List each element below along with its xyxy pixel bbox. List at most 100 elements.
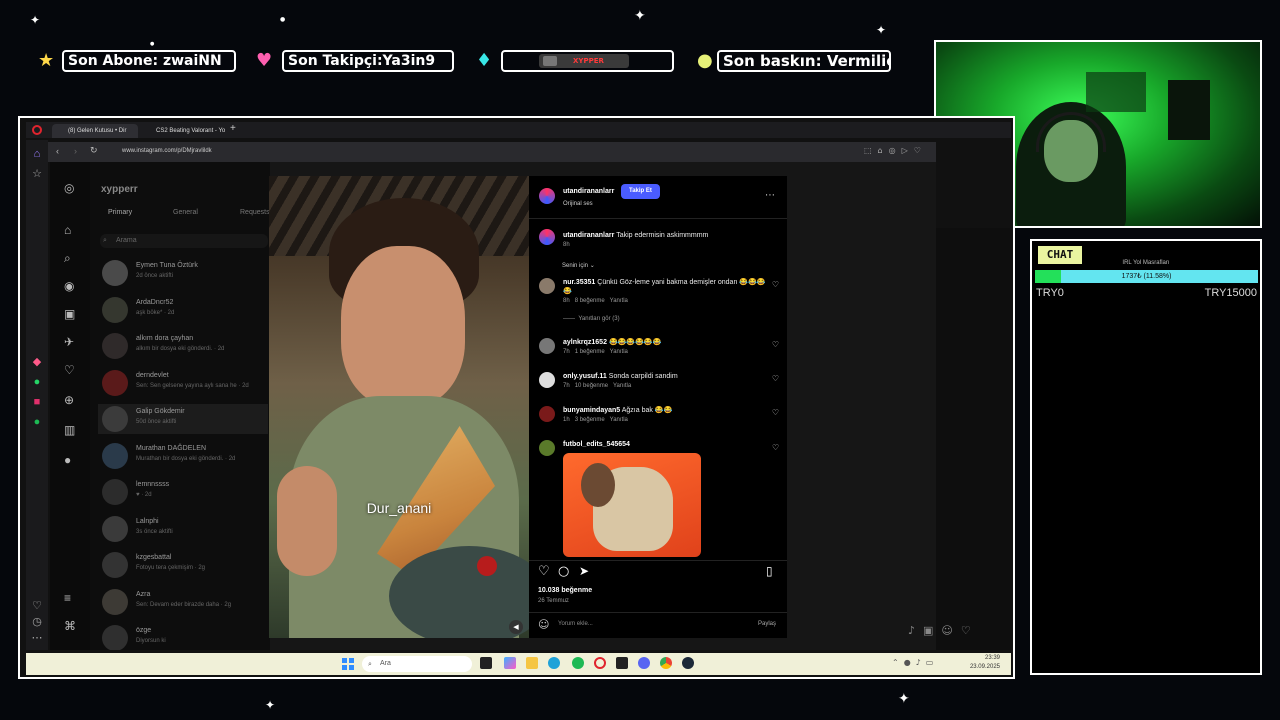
dm-conversation[interactable]: Galip Gökdemir 50d önce aktifti bbox=[98, 404, 268, 434]
comment-avatar[interactable] bbox=[539, 278, 555, 294]
bookmark-icon[interactable]: ☆ bbox=[31, 168, 43, 180]
search-icon[interactable]: ⌕ bbox=[64, 252, 71, 264]
post-media[interactable]: Dur_anani ◀ bbox=[269, 176, 529, 638]
heart-icon[interactable]: ♡ bbox=[31, 600, 43, 612]
forward-icon[interactable]: › bbox=[74, 146, 77, 156]
edge-icon[interactable] bbox=[548, 657, 560, 669]
dm-conversation[interactable]: Eymen Tuna Öztürk 2d önce aktifti bbox=[98, 258, 268, 288]
discord-icon[interactable] bbox=[638, 657, 650, 669]
dm-conversation[interactable]: ArdaDncr52 aşk böke* · 2d bbox=[98, 295, 268, 325]
chrome-icon[interactable] bbox=[660, 657, 672, 669]
comment-like-icon[interactable]: ♡ bbox=[772, 340, 779, 349]
dm-username[interactable]: xypperr bbox=[101, 184, 138, 195]
reply-button[interactable]: Yanıtla bbox=[610, 349, 628, 355]
post-audio[interactable]: Orijinal ses bbox=[563, 201, 593, 207]
home-icon[interactable]: ⌂ bbox=[64, 224, 71, 236]
more-icon[interactable]: ⋯ bbox=[31, 632, 43, 644]
comment-avatar[interactable] bbox=[539, 372, 555, 388]
whatsapp-icon[interactable]: ● bbox=[31, 376, 43, 388]
comment-avatar[interactable] bbox=[539, 338, 555, 354]
view-replies-button[interactable]: —— Yanıtları gör (3) bbox=[563, 316, 620, 322]
comment-likes[interactable]: 8 beğenme bbox=[575, 298, 605, 304]
clock-time[interactable]: 23:39 bbox=[960, 655, 1000, 661]
tab-general[interactable]: General bbox=[173, 209, 198, 216]
like-count[interactable]: 10.038 beğenme bbox=[538, 587, 592, 594]
composer-icons[interactable]: ♪▣☺♡ bbox=[908, 624, 979, 637]
aria-icon[interactable]: ◆ bbox=[31, 356, 43, 368]
spotify-icon[interactable] bbox=[572, 657, 584, 669]
comment-likes[interactable]: 3 beğenme bbox=[575, 417, 605, 423]
taskbar-search[interactable]: ⌕ Ara bbox=[362, 656, 472, 672]
comment-like-icon[interactable]: ♡ bbox=[772, 374, 779, 383]
gif-comment[interactable] bbox=[563, 453, 701, 557]
start-icon[interactable] bbox=[342, 658, 354, 670]
reply-button[interactable]: Yanıtla bbox=[613, 383, 631, 389]
comment-input[interactable]: Yorum ekle... bbox=[558, 621, 593, 627]
comment-user[interactable]: nur.35351 bbox=[563, 279, 595, 286]
follow-button[interactable]: Takip Et bbox=[621, 184, 660, 199]
comment-likes[interactable]: 10 beğenme bbox=[575, 383, 608, 389]
dm-conversation[interactable]: derndevlet Sen: Sen gelsene yayına aylı s… bbox=[98, 368, 268, 398]
comment-user[interactable]: bunyamindayan5 bbox=[563, 407, 620, 414]
threads-icon[interactable]: ⌘ bbox=[64, 620, 76, 632]
new-tab-button[interactable]: + bbox=[230, 123, 236, 134]
home-icon[interactable]: ⌂ bbox=[31, 148, 43, 160]
comment-avatar[interactable] bbox=[539, 440, 555, 456]
copilot-icon[interactable] bbox=[504, 657, 516, 669]
tab-primary[interactable]: Primary bbox=[108, 209, 132, 216]
post-comment-button[interactable]: Paylaş bbox=[758, 621, 776, 627]
dm-conversation[interactable]: kzgesbattal Fotoyu tera çekmişim · 2g bbox=[98, 550, 268, 580]
dm-conversation[interactable]: alkım dora çayhan alkım bir dosya eki gön… bbox=[98, 331, 268, 361]
comment-user[interactable]: aylnkrqz1652 bbox=[563, 339, 607, 346]
comment-like-icon[interactable]: ♡ bbox=[772, 408, 779, 417]
explore-icon[interactable]: ◉ bbox=[64, 280, 74, 292]
reply-button[interactable]: Yanıtla bbox=[610, 298, 628, 304]
reels-icon[interactable]: ▣ bbox=[64, 308, 75, 320]
dm-conversation[interactable]: lemnnssss ♥ · 2d bbox=[98, 477, 268, 507]
task-view-icon[interactable] bbox=[480, 657, 492, 669]
comment-avatar[interactable] bbox=[539, 406, 555, 422]
comment-user[interactable]: futbol_edits_545654 bbox=[563, 441, 630, 448]
more-options-icon[interactable]: ⋯ bbox=[765, 190, 775, 201]
save-icon[interactable]: ▯ bbox=[766, 564, 773, 578]
dm-conversation[interactable]: Lalnphi 3s önce aktifti bbox=[98, 514, 268, 544]
comment-filter[interactable]: Senin için ⌄ bbox=[562, 262, 595, 269]
comment-likes[interactable]: 1 beğenme bbox=[575, 349, 605, 355]
clock-date[interactable]: 23.09.2025 bbox=[944, 664, 1000, 670]
menu-icon[interactable]: ≡ bbox=[64, 592, 71, 604]
dm-search-input[interactable]: ⌕ Arama bbox=[100, 234, 268, 248]
comment-user[interactable]: only.yusuf.11 bbox=[563, 373, 607, 380]
tab-instagram[interactable]: (8) Gelen Kutusu • Dir bbox=[52, 124, 138, 138]
instagram-logo-icon[interactable]: ◎ bbox=[64, 182, 74, 194]
notifications-icon[interactable]: ♡ bbox=[64, 364, 75, 376]
url-field[interactable]: www.instagram.com/p/DMjravlildk bbox=[122, 148, 212, 154]
post-author[interactable]: utandirananlarr bbox=[563, 188, 614, 195]
tab-youtube[interactable]: CS2 Beating Valorant - Yo bbox=[140, 124, 226, 138]
emoji-icon[interactable]: ☺ bbox=[538, 618, 549, 631]
explorer-icon[interactable] bbox=[526, 657, 538, 669]
dm-conversation[interactable]: Azra Sen: Devam eder birazde daha · 2g bbox=[98, 587, 268, 617]
author-avatar[interactable] bbox=[539, 188, 555, 204]
steam-icon[interactable] bbox=[682, 657, 694, 669]
share-icon[interactable]: ➤ bbox=[579, 564, 589, 578]
gif-like-icon[interactable]: ♡ bbox=[772, 443, 779, 452]
dm-conversation[interactable]: Murathan DAĞDELEN Murathan bir dosya eki … bbox=[98, 441, 268, 471]
tray-icons[interactable]: ⌃●♪▭ bbox=[892, 658, 938, 667]
profile-icon[interactable]: ● bbox=[64, 454, 71, 466]
messages-icon[interactable]: ✈ bbox=[64, 336, 74, 348]
comment-like-icon[interactable]: ♡ bbox=[772, 280, 779, 289]
caption-user[interactable]: utandirananlarr bbox=[563, 232, 614, 239]
create-icon[interactable]: ⊕ bbox=[64, 394, 74, 406]
instagram-sidebar-icon[interactable]: ■ bbox=[31, 396, 43, 408]
mute-button[interactable]: ◀ bbox=[509, 620, 523, 634]
like-icon[interactable]: ♡ bbox=[538, 564, 550, 579]
spotify-icon[interactable]: ● bbox=[31, 416, 43, 428]
back-icon[interactable]: ‹ bbox=[56, 146, 59, 156]
tab-requests[interactable]: Requests bbox=[240, 209, 270, 216]
opera-icon[interactable] bbox=[594, 657, 606, 669]
history-icon[interactable]: ◷ bbox=[31, 616, 43, 628]
comment-icon[interactable]: ○ bbox=[558, 564, 569, 579]
terminal-icon[interactable] bbox=[616, 657, 628, 669]
toolbar-icons[interactable]: ⬚⌂◎▷♡ bbox=[864, 146, 927, 155]
dm-conversation[interactable]: özge Diyorsun ki bbox=[98, 623, 268, 650]
